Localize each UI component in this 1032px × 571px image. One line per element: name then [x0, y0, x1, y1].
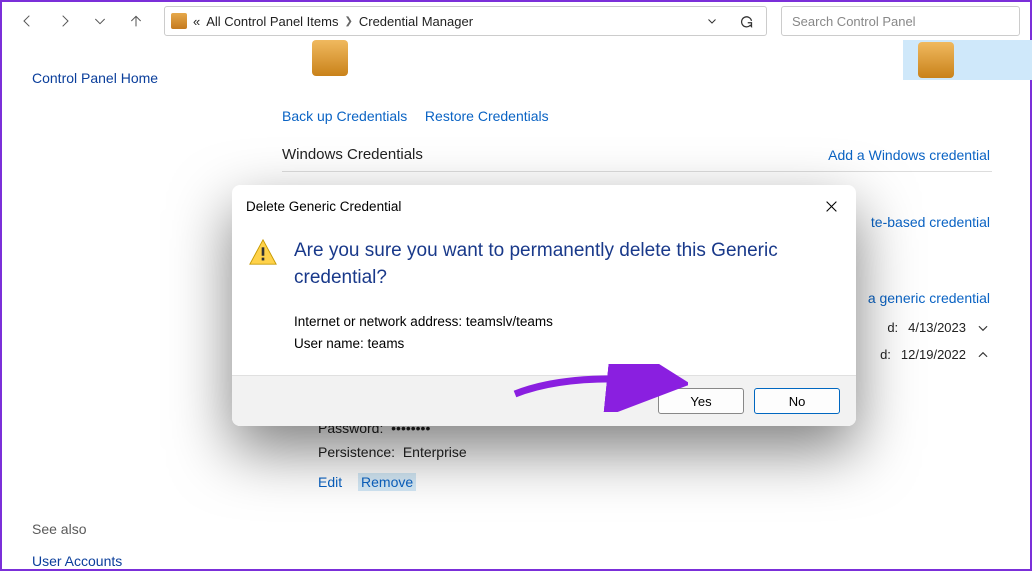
- windows-credentials-section: Windows Credentials Add a Windows creden…: [282, 142, 992, 172]
- dialog-address-value: teamslv/teams: [466, 314, 553, 329]
- folder-icon: [171, 13, 187, 29]
- modified-label: d:: [880, 347, 891, 362]
- address-dropdown[interactable]: [698, 7, 726, 35]
- breadcrumb-item[interactable]: All Control Panel Items: [206, 14, 338, 29]
- credential-links: Back up Credentials Restore Credentials: [282, 108, 1030, 124]
- windows-credentials-icon: [918, 42, 954, 78]
- modified-date: 4/13/2023: [908, 320, 966, 335]
- persistence-value: Enterprise: [403, 444, 467, 460]
- section-title: Windows Credentials: [282, 146, 423, 163]
- dialog-username-label: User name:: [294, 336, 364, 351]
- chevron-up-icon: [976, 348, 990, 362]
- address-bar[interactable]: « All Control Panel Items ❯ Credential M…: [164, 6, 767, 36]
- yes-button[interactable]: Yes: [658, 388, 744, 414]
- dialog-title: Delete Generic Credential: [246, 199, 401, 214]
- windows-credentials-tile[interactable]: [903, 40, 1032, 80]
- warning-icon: [248, 237, 278, 267]
- breadcrumb-prefix: «: [193, 14, 200, 29]
- remove-link[interactable]: Remove: [358, 473, 416, 491]
- restore-credentials-link[interactable]: Restore Credentials: [425, 108, 549, 124]
- no-button[interactable]: No: [754, 388, 840, 414]
- persistence-label: Persistence:: [318, 444, 395, 460]
- back-button[interactable]: [12, 5, 44, 37]
- breadcrumb-item[interactable]: Credential Manager: [359, 14, 473, 29]
- control-panel-home-link[interactable]: Control Panel Home: [32, 70, 282, 86]
- add-certificate-credential-link[interactable]: te-based credential: [871, 214, 990, 230]
- dialog-username-value: teams: [368, 336, 405, 351]
- see-also-heading: See also: [32, 521, 282, 537]
- refresh-button[interactable]: [732, 7, 760, 35]
- history-dropdown[interactable]: [84, 5, 116, 37]
- modified-date: 12/19/2022: [901, 347, 966, 362]
- chevron-right-icon: ❯: [344, 16, 352, 27]
- dialog-address-label: Internet or network address:: [294, 314, 462, 329]
- dialog-question: Are you sure you want to permanently del…: [294, 237, 838, 291]
- web-credentials-icon: [312, 40, 348, 76]
- dialog-close-button[interactable]: [816, 193, 846, 219]
- add-generic-credential-link[interactable]: a generic credential: [868, 290, 990, 306]
- delete-credential-dialog: Delete Generic Credential Are you sure y…: [232, 185, 856, 426]
- chevron-down-icon: [976, 321, 990, 335]
- forward-button[interactable]: [48, 5, 80, 37]
- user-accounts-link[interactable]: User Accounts: [32, 553, 282, 569]
- modified-label: d:: [887, 320, 898, 335]
- up-button[interactable]: [120, 5, 152, 37]
- search-input[interactable]: Search Control Panel: [781, 6, 1020, 36]
- backup-credentials-link[interactable]: Back up Credentials: [282, 108, 407, 124]
- edit-link[interactable]: Edit: [318, 474, 342, 490]
- toolbar: « All Control Panel Items ❯ Credential M…: [2, 2, 1030, 40]
- add-windows-credential-link[interactable]: Add a Windows credential: [828, 147, 990, 163]
